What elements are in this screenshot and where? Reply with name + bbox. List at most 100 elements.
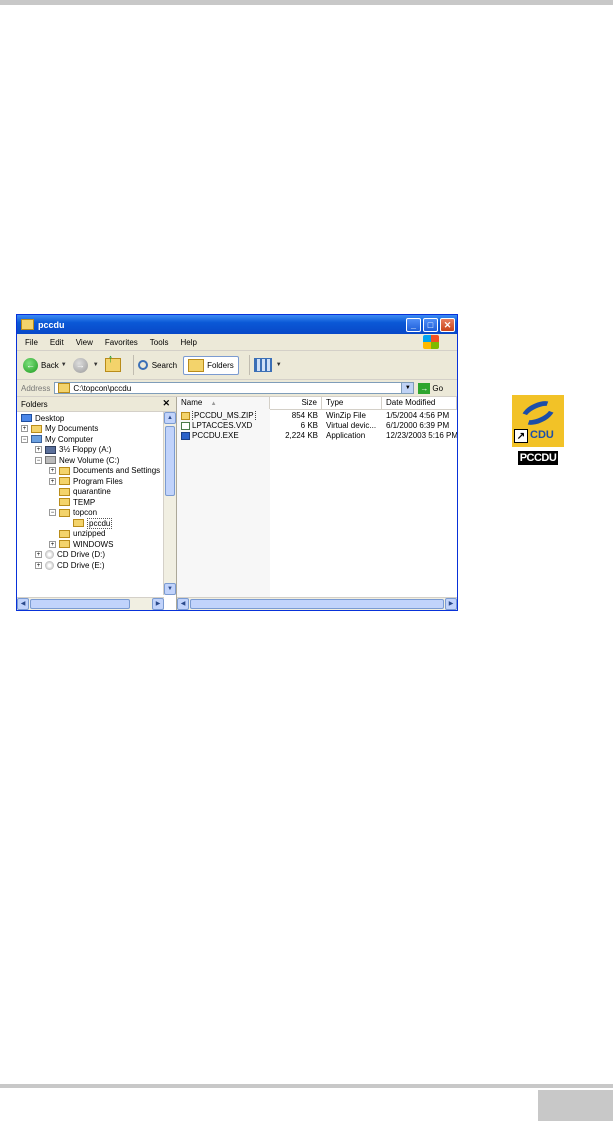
expand-icon[interactable]: +	[21, 425, 28, 433]
folders-pane: Folders ✕ Desktop + My Documents − My Co…	[17, 397, 177, 610]
file-row[interactable]: PCCDU.EXE 2,224 KB Application 12/23/200…	[177, 431, 457, 441]
tree-item-label: WINDOWS	[73, 539, 114, 549]
file-type: WinZip File	[326, 411, 367, 420]
tree-item-label: quarantine	[73, 487, 111, 497]
tree-item-windows[interactable]: + WINDOWS	[17, 539, 176, 550]
tree-item-cd-drive-e[interactable]: + CD Drive (E:)	[17, 560, 176, 571]
close-button[interactable]: ✕	[440, 317, 455, 332]
cd-drive-icon	[45, 560, 54, 570]
tree-item-label: CD Drive (D:)	[57, 550, 105, 560]
collapse-icon[interactable]: −	[21, 435, 28, 443]
search-icon	[137, 360, 148, 370]
go-button[interactable]: → Go	[418, 382, 443, 394]
scroll-left-icon[interactable]: ◀	[17, 598, 29, 610]
scroll-down-icon[interactable]: ▼	[164, 583, 176, 595]
up-folder-button[interactable]	[104, 353, 123, 372]
system-file-icon	[181, 422, 190, 430]
desktop-icon	[21, 414, 32, 423]
menu-help[interactable]: Help	[180, 338, 196, 347]
scroll-up-icon[interactable]: ▲	[164, 412, 176, 424]
folder-icon	[59, 540, 70, 549]
collapse-icon[interactable]: −	[35, 456, 42, 464]
tree-item-cd-drive-d[interactable]: + CD Drive (D:)	[17, 550, 176, 561]
tree-item-label: Documents and Settings	[73, 466, 161, 476]
menu-edit[interactable]: Edit	[50, 338, 64, 347]
close-pane-icon[interactable]: ✕	[162, 398, 170, 409]
address-value: C:\topcon\pccdu	[73, 383, 132, 393]
file-size: 6 KB	[300, 421, 318, 430]
file-row[interactable]: LPTACCES.VXD 6 KB Virtual devic... 6/1/2…	[177, 421, 457, 431]
tree-item-pccdu[interactable]: pccdu	[17, 517, 176, 529]
scroll-right-icon[interactable]: ▶	[445, 598, 457, 610]
chevron-down-icon[interactable]: ▼	[401, 383, 414, 393]
views-button[interactable]: ▼	[253, 358, 282, 372]
scroll-thumb[interactable]	[190, 599, 444, 609]
computer-icon	[31, 435, 42, 444]
expand-icon[interactable]: +	[49, 477, 56, 485]
title-bar[interactable]: pccdu _ □ ✕	[17, 315, 457, 334]
tree-item-label: Desktop	[35, 413, 65, 423]
scroll-thumb[interactable]	[165, 426, 175, 496]
folders-vertical-scrollbar[interactable]: ▲ ▼	[163, 412, 176, 595]
file-name: LPTACCES.VXD	[192, 421, 253, 430]
menu-file[interactable]: File	[25, 338, 38, 347]
folders-pane-title: Folders	[21, 399, 48, 409]
folders-horizontal-scrollbar[interactable]: ◀ ▶	[17, 597, 164, 610]
scroll-thumb[interactable]	[30, 599, 130, 609]
forward-button[interactable]: → ▼	[72, 357, 99, 373]
file-date: 1/5/2004 4:56 PM	[386, 411, 450, 420]
column-header-type[interactable]: Type	[322, 397, 382, 409]
chevron-down-icon[interactable]: ▼	[93, 362, 99, 368]
address-input[interactable]: C:\topcon\pccdu ▼	[54, 382, 415, 394]
window-title: pccdu	[38, 319, 65, 330]
zip-file-icon	[181, 412, 190, 420]
tree-item-label: Program Files	[73, 476, 123, 486]
tree-item-my-documents[interactable]: + My Documents	[17, 424, 176, 435]
icon-text: CDU	[530, 429, 554, 441]
maximize-button[interactable]: □	[423, 317, 438, 332]
scroll-right-icon[interactable]: ▶	[152, 598, 164, 610]
column-header-size[interactable]: Size	[270, 397, 322, 409]
chevron-down-icon[interactable]: ▼	[61, 362, 67, 368]
up-folder-icon	[104, 353, 121, 372]
folder-icon	[59, 508, 70, 517]
file-name-cell: PCCDU.EXE	[177, 431, 270, 441]
tree-item-unzipped[interactable]: unzipped	[17, 529, 176, 540]
expand-icon[interactable]: +	[49, 540, 56, 548]
tree-item-temp[interactable]: TEMP	[17, 497, 176, 508]
menu-view[interactable]: View	[76, 338, 93, 347]
file-row[interactable]: PCCDU_MS.ZIP 854 KB WinZip File 1/5/2004…	[177, 411, 457, 421]
tree-item-my-computer[interactable]: − My Computer	[17, 434, 176, 445]
tree-item-label: CD Drive (E:)	[57, 560, 105, 570]
collapse-icon[interactable]: −	[49, 509, 56, 517]
expand-icon[interactable]: +	[35, 446, 42, 454]
tree-item-desktop[interactable]: Desktop	[17, 413, 176, 424]
tree-item-new-volume[interactable]: − New Volume (C:)	[17, 455, 176, 466]
expand-icon[interactable]: +	[35, 561, 42, 569]
search-button[interactable]: Search	[137, 360, 177, 370]
tree-item-floppy[interactable]: + 3½ Floppy (A:)	[17, 445, 176, 456]
tree-item-topcon[interactable]: − topcon	[17, 508, 176, 519]
folders-button[interactable]: Folders	[183, 355, 239, 375]
scroll-left-icon[interactable]: ◀	[177, 598, 189, 610]
back-button[interactable]: ← Back ▼	[23, 357, 67, 373]
menu-tools[interactable]: Tools	[150, 338, 169, 347]
open-folder-icon	[73, 519, 84, 528]
pccdu-shortcut[interactable]: ↗ CDU PCCDU	[510, 395, 566, 466]
menu-favorites[interactable]: Favorites	[105, 338, 138, 347]
tree-item-documents-and-settings[interactable]: + Documents and Settings	[17, 466, 176, 477]
menu-bar: File Edit View Favorites Tools Help	[17, 334, 457, 351]
file-list-horizontal-scrollbar[interactable]: ◀ ▶	[177, 597, 457, 610]
expand-icon[interactable]: +	[35, 551, 42, 559]
tree-item-program-files[interactable]: + Program Files	[17, 476, 176, 487]
expand-icon[interactable]: +	[49, 467, 56, 475]
column-header-name[interactable]: Name ▲	[177, 397, 270, 409]
minimize-button[interactable]: _	[406, 317, 421, 332]
folder-icon	[59, 487, 70, 496]
folder-icon	[58, 383, 71, 393]
page-bottom-rule	[0, 1084, 613, 1088]
explorer-body: Folders ✕ Desktop + My Documents − My Co…	[17, 397, 457, 610]
explorer-window: pccdu _ □ ✕ File Edit View Favorites Too…	[16, 314, 458, 611]
tree-item-quarantine[interactable]: quarantine	[17, 487, 176, 498]
column-header-date-modified[interactable]: Date Modified	[382, 397, 457, 409]
